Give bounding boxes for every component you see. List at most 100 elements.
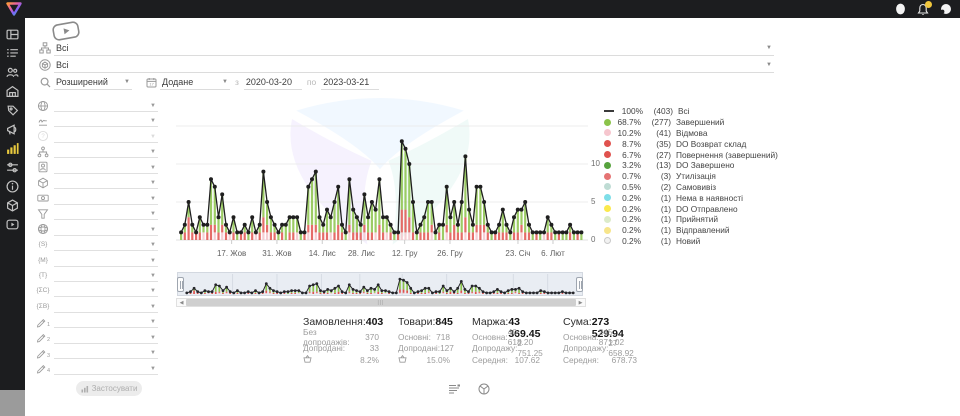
stat-title: Сума: <box>563 316 592 328</box>
filter-select[interactable]: ▼ <box>54 176 158 189</box>
legend-count: (403) <box>647 106 673 116</box>
stat-sub-label: Допродані: <box>398 343 440 353</box>
sidebar-item-info[interactable] <box>0 177 25 196</box>
scrollbar-grip-icon: ||| <box>378 300 385 306</box>
sidebar-item-dashboard[interactable] <box>0 25 25 44</box>
filter-row-sitemap: ▼ <box>32 144 158 159</box>
filter-select[interactable]: ▼ <box>54 269 158 282</box>
filter-select[interactable]: ▼ <box>54 161 158 174</box>
sidebar-bottom-widget[interactable] <box>0 390 25 416</box>
chevron-down-icon: ▼ <box>150 103 156 109</box>
filter-select[interactable]: ▼ <box>54 331 158 344</box>
legend-item[interactable]: 0.7%(3)Утилізація <box>604 171 778 182</box>
profile-icon[interactable] <box>940 3 952 15</box>
legend-label: Всі <box>678 106 690 116</box>
filter-select[interactable]: ▼ <box>54 346 158 359</box>
sitemap-icon <box>32 146 54 158</box>
legend-percent: 0.2% <box>615 193 641 203</box>
filter-select[interactable]: ▼ <box>54 145 158 158</box>
legend-item[interactable]: 6.7%(27)Повернення (завершений) <box>604 149 778 160</box>
sidebar-item-settings[interactable] <box>0 158 25 177</box>
filter-row-package: ▼ <box>32 175 158 190</box>
filter-select[interactable]: ▼ <box>54 300 158 313</box>
legend-item[interactable]: 8.7%(35)DO Возврат склад <box>604 138 778 149</box>
demo-video-icon[interactable] <box>51 20 82 43</box>
chevron-down-icon: ▼ <box>766 62 772 68</box>
scroll-right-arrow-icon[interactable]: ▶ <box>576 299 585 306</box>
help-circle-icon: ? <box>32 130 54 142</box>
filter-select[interactable]: ▼ <box>54 254 158 267</box>
legend-percent: 0.2% <box>615 225 641 235</box>
sidebar-item-purchases[interactable] <box>0 101 25 120</box>
filter-select[interactable]: ▼ <box>54 223 158 236</box>
legend-item[interactable]: 0.2%(1)Прийнятий <box>604 214 778 225</box>
notifications-bell-icon[interactable] <box>917 3 929 16</box>
legend-label: DO Отправлено <box>676 204 738 214</box>
legend-item[interactable]: 0.2%(1)DO Отправлено <box>604 203 778 214</box>
chevron-down-icon: ▼ <box>150 288 156 294</box>
chart-navigator[interactable] <box>177 272 583 296</box>
filter-select[interactable]: ▼ <box>54 362 158 375</box>
scroll-left-arrow-icon[interactable]: ◀ <box>177 299 186 306</box>
filter-select[interactable]: ▼ <box>54 207 158 220</box>
legend-percent: 100% <box>617 106 643 116</box>
sidebar-item-analytics[interactable] <box>0 139 25 158</box>
report-list-icon[interactable] <box>448 383 461 395</box>
legend-label: DO Завершено <box>676 160 734 170</box>
products-globe-icon[interactable] <box>478 383 490 395</box>
sidebar-item-orders[interactable] <box>0 44 25 63</box>
search-mode-select[interactable]: Розширений ▼ <box>54 75 132 90</box>
filter-select[interactable]: ▼ <box>54 114 158 127</box>
scrollbar-thumb[interactable]: ||| <box>186 299 576 306</box>
filter-row-globe-grid: ▼ <box>32 222 158 237</box>
legend-dot-swatch <box>604 227 611 234</box>
date-to-input[interactable]: 2023-03-21 <box>321 75 379 90</box>
legend-count: (2) <box>645 182 671 192</box>
x-tick-label: 28. Лис <box>339 249 383 258</box>
chevron-down-icon: ▼ <box>150 149 156 155</box>
sidebar-item-products[interactable] <box>0 196 25 215</box>
legend-item[interactable]: 10.2%(41)Відмова <box>604 128 778 139</box>
support-chat-icon[interactable] <box>895 3 906 15</box>
stat-sub-label: Допродажу: <box>563 343 608 353</box>
legend-item[interactable]: 0.2%(1)Новий <box>604 236 778 247</box>
sidebar-item-tutorials[interactable] <box>0 215 25 234</box>
legend-item[interactable]: 68.7%(277)Завершений <box>604 117 778 128</box>
stat-sub-label: Допродані: <box>303 343 345 353</box>
filter-row-banknote: ▼ <box>32 191 158 206</box>
stat-sub-label: Основна: <box>563 332 599 342</box>
legend-percent: 8.7% <box>615 139 641 149</box>
sidebar-item-warehouse[interactable] <box>0 82 25 101</box>
apply-button[interactable]: Застосувати <box>76 381 142 396</box>
filter-select[interactable]: ▼ <box>54 238 158 251</box>
chart-scrollbar[interactable]: ◀ ||| ▶ <box>176 298 586 307</box>
legend-item[interactable]: 0.2%(1)Відправлений <box>604 225 778 236</box>
filter-select[interactable]: ▼ <box>54 99 158 112</box>
source-select[interactable]: Всі ▼ <box>54 41 774 56</box>
navigator-left-handle[interactable] <box>177 277 184 292</box>
app-logo-icon[interactable] <box>6 2 22 16</box>
orders-chart-plot[interactable] <box>176 100 588 246</box>
legend-item[interactable]: 3.2%(13)DO Завершено <box>604 160 778 171</box>
filter-select[interactable]: ▼ <box>54 315 158 328</box>
legend-item[interactable]: 100% (403) Всі <box>604 106 778 117</box>
legend-label: Утилізація <box>676 171 716 181</box>
legend-dot-swatch <box>604 162 611 169</box>
date-field-select[interactable]: Додане ▼ <box>160 75 230 90</box>
legend-item[interactable]: 0.5%(2)Самовивіз <box>604 182 778 193</box>
upsell-basket-icon <box>303 355 312 365</box>
legend-item[interactable]: 0.2%(1)Нема в наявності <box>604 192 778 203</box>
filter-select[interactable]: ▼ <box>54 192 158 205</box>
product-select[interactable]: Всі ▼ <box>54 58 774 73</box>
date-from-input[interactable]: 2020-03-20 <box>244 75 302 90</box>
filter-select[interactable]: ▼ <box>54 284 158 297</box>
token-t-icon: {T} <box>32 272 54 279</box>
package-icon <box>32 177 54 189</box>
sidebar-item-customers[interactable] <box>0 63 25 82</box>
navigator-right-handle[interactable] <box>576 277 583 292</box>
filter-select[interactable]: ▼ <box>54 130 158 143</box>
legend-count: (1) <box>645 193 671 203</box>
filter-row-token-sc: {ΣC}▼ <box>32 283 158 298</box>
legend-dot-swatch <box>604 183 611 190</box>
sidebar-item-marketing[interactable] <box>0 120 25 139</box>
